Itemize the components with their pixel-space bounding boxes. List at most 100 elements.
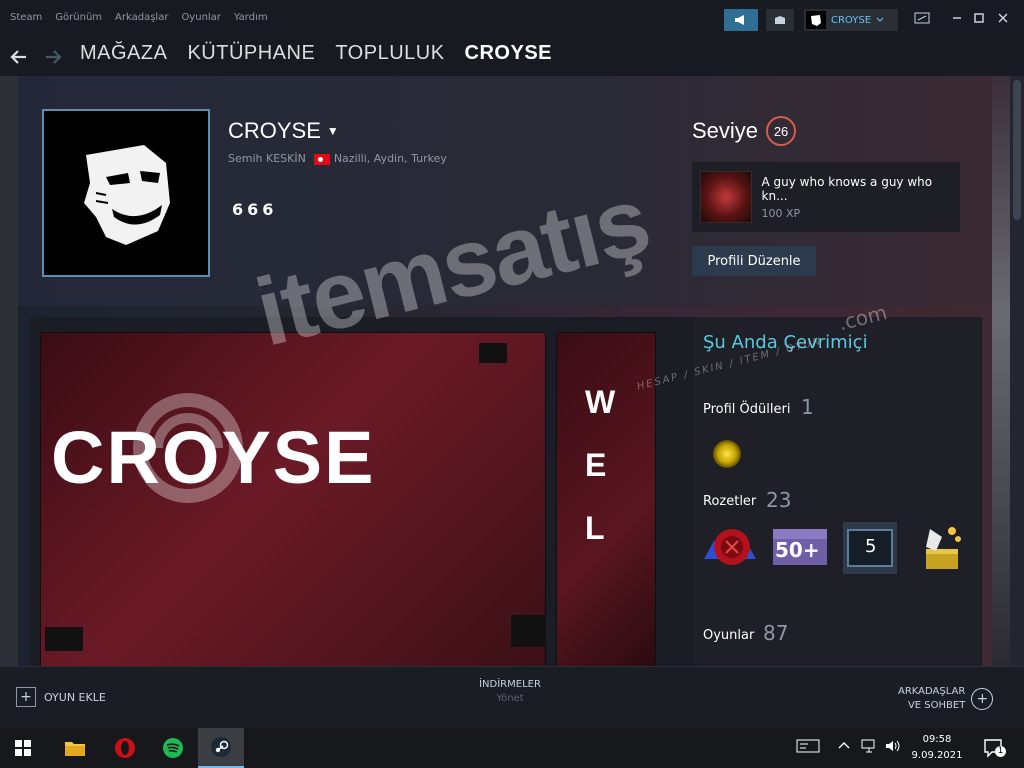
welcome-letters: W E L	[585, 384, 615, 547]
steam-icon[interactable]	[198, 728, 244, 768]
awards-count: 1	[801, 395, 814, 419]
windows-start-icon[interactable]	[0, 728, 46, 768]
nav-library[interactable]: KÜTÜPHANE	[187, 42, 315, 65]
steam-bottom-bar: + OYUN EKLE İNDİRMELER Yönet ARKADAŞLAR …	[0, 666, 1024, 728]
letter-l: L	[585, 510, 605, 546]
menu-friends[interactable]: Arkadaşlar	[115, 12, 168, 23]
games-link[interactable]: Oyunlar	[703, 628, 754, 643]
artwork-showcase-main[interactable]: CROYSE	[40, 332, 546, 668]
volume-icon[interactable]	[884, 738, 902, 757]
chevron-up-icon[interactable]	[838, 740, 850, 753]
profile-avatar[interactable]	[42, 109, 210, 277]
trollface-avatar-image	[84, 145, 170, 245]
featured-badge-name: A guy who knows a guy who kn...	[761, 174, 933, 203]
profile-summary: 666	[232, 200, 278, 219]
system-clock[interactable]: 09:58 9.09.2021	[906, 732, 968, 764]
plus-icon: +	[16, 687, 36, 707]
clock-date: 9.09.2021	[911, 750, 963, 761]
scrollbar-thumb[interactable]	[1013, 80, 1021, 220]
witcher-wolf-badge-icon	[700, 171, 752, 223]
menu-list: Steam Görünüm Arkadaşlar Oyunlar Yardım	[10, 12, 268, 23]
envelope-icon	[775, 16, 785, 24]
games-count: 87	[763, 621, 789, 645]
fifty-plus-badge-icon[interactable]: 50+	[772, 521, 827, 575]
notifications-button[interactable]	[766, 9, 794, 31]
persona-name: CROYSE	[228, 118, 321, 143]
announcements-button[interactable]	[724, 9, 758, 31]
action-center-icon[interactable]	[796, 738, 820, 757]
menu-view[interactable]: Görünüm	[55, 12, 102, 23]
letter-e: E	[585, 447, 607, 483]
years-service-badge-icon[interactable]: 5	[842, 521, 897, 575]
notification-center-icon[interactable]: 1	[982, 736, 1006, 760]
level-section: Seviye 26	[692, 116, 797, 146]
badges-link[interactable]: Rozetler	[703, 494, 756, 509]
chevron-down-icon	[876, 17, 884, 22]
window-resize-icon[interactable]	[914, 12, 930, 27]
maximize-icon[interactable]	[974, 12, 984, 26]
letter-w: W	[585, 384, 616, 420]
location: Nazilli, Aydin, Turkey	[313, 152, 447, 165]
turkey-flag-icon	[313, 153, 330, 165]
profile-sidebar	[694, 317, 980, 667]
left-background-strip	[0, 76, 18, 666]
right-background-strip	[992, 76, 1010, 666]
nav-store[interactable]: MAĞAZA	[80, 42, 167, 65]
nav-profile[interactable]: CROYSE	[465, 42, 552, 65]
wax-seal-badge-icon[interactable]	[702, 521, 756, 575]
caret-down-icon: ▼	[326, 124, 339, 138]
opera-icon[interactable]	[102, 728, 148, 768]
arrow-right-icon	[46, 50, 62, 64]
location-text: Nazilli, Aydin, Turkey	[333, 152, 447, 165]
close-icon[interactable]	[998, 12, 1008, 26]
downloads-manage: Yönet	[496, 693, 524, 704]
add-game-button[interactable]: + OYUN EKLE	[16, 687, 106, 707]
forward-button[interactable]	[44, 42, 62, 71]
network-icon[interactable]	[860, 738, 878, 757]
file-explorer-icon[interactable]	[52, 728, 98, 768]
persona-name-dropdown[interactable]: CROYSE ▼	[228, 118, 339, 144]
downloads-title: İNDİRMELER	[479, 679, 541, 690]
menu-help[interactable]: Yardım	[234, 12, 268, 23]
megaphone-icon	[735, 15, 744, 25]
nav-community[interactable]: TOPLULUK	[335, 42, 444, 65]
featured-badge[interactable]: A guy who knows a guy who kn... 100 XP	[692, 162, 960, 232]
awards-link[interactable]: Profil Ödülleri	[703, 402, 790, 417]
treasure-badge-icon[interactable]	[912, 521, 966, 575]
menu-bar: Steam Görünüm Arkadaşlar Oyunlar Yardım …	[0, 0, 1024, 38]
page-scrollbar[interactable]	[1010, 76, 1024, 666]
account-username: CROYSE	[831, 14, 872, 26]
friends-chat-button[interactable]: ARKADAŞLAR VE SOHBET +	[898, 685, 994, 713]
nav-links: MAĞAZA KÜTÜPHANE TOPLULUK CROYSE	[80, 42, 552, 65]
profile-award-coin-icon[interactable]	[713, 440, 741, 468]
windows-taskbar: 09:58 9.09.2021 1	[0, 728, 1024, 768]
years-service-label: 5	[865, 536, 877, 557]
arrow-left-icon	[10, 50, 26, 64]
menu-games[interactable]: Oyunlar	[181, 12, 220, 23]
level-label: Seviye	[692, 118, 759, 143]
friends-label-1: ARKADAŞLAR	[898, 686, 966, 697]
notification-count: 1	[995, 746, 1006, 757]
downloads-button[interactable]: İNDİRMELER Yönet	[440, 679, 580, 704]
back-button[interactable]	[10, 42, 28, 71]
menu-steam[interactable]: Steam	[10, 12, 42, 23]
artwork-title: CROYSE	[51, 416, 376, 499]
badges-count: 23	[766, 488, 792, 512]
add-game-label: OYUN EKLE	[44, 690, 106, 704]
art-pixel-block	[479, 343, 507, 363]
nav-bar: MAĞAZA KÜTÜPHANE TOPLULUK CROYSE	[0, 38, 1024, 76]
art-pixel-block	[45, 627, 83, 651]
edit-profile-button[interactable]: Profili Düzenle	[692, 246, 816, 276]
friends-label-2: VE SOHBET	[907, 700, 966, 711]
mini-avatar	[806, 11, 826, 29]
account-menu-button[interactable]: CROYSE	[804, 9, 898, 31]
spotify-icon[interactable]	[150, 728, 196, 768]
add-friend-icon: +	[971, 688, 994, 710]
real-name: Semih KESKİN	[228, 152, 306, 165]
minimize-icon[interactable]	[952, 8, 962, 23]
real-name-location: Semih KESKİN Nazilli, Aydin, Turkey	[228, 152, 447, 165]
level-badge[interactable]: 26	[766, 116, 797, 146]
clock-time: 09:58	[922, 734, 952, 745]
fifty-plus-label: 50+	[775, 538, 820, 562]
featured-badge-xp: 100 XP	[761, 206, 801, 220]
